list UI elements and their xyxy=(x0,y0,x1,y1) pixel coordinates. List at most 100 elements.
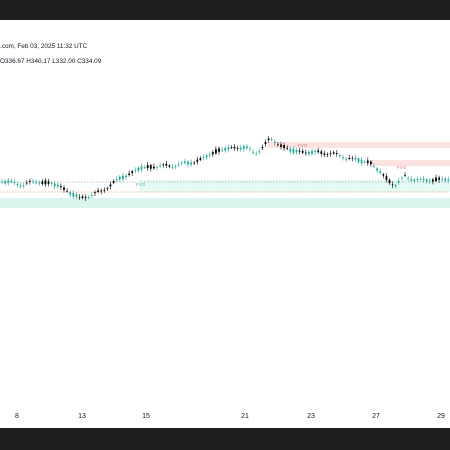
candle-body xyxy=(236,148,239,149)
candle-body xyxy=(91,195,93,196)
fvg-label-bear-2: FVG xyxy=(397,165,407,170)
x-tick-label: 29 xyxy=(437,413,445,420)
candle-body xyxy=(221,149,223,151)
candle-body xyxy=(122,175,124,180)
candle-body xyxy=(184,161,186,164)
candle-body xyxy=(246,146,248,149)
candle-body xyxy=(103,190,106,191)
fvg-label-bull-1: FVG xyxy=(136,182,146,187)
candle-body xyxy=(41,181,44,184)
candle-body xyxy=(432,179,434,182)
candle-body xyxy=(295,150,298,153)
candle-body xyxy=(366,160,369,164)
chart-plot-area[interactable]: FVG FVG FVG xyxy=(0,48,450,410)
candle-body xyxy=(354,157,357,160)
candle-body xyxy=(118,176,121,180)
candle-body xyxy=(205,155,208,158)
candle-body xyxy=(298,150,301,152)
candle-body xyxy=(112,181,115,183)
candle-body xyxy=(153,166,155,169)
time-axis[interactable] xyxy=(0,410,450,428)
candle-body xyxy=(211,152,214,155)
candle-body xyxy=(397,180,400,183)
candle-body xyxy=(447,179,450,181)
candle-body xyxy=(174,166,177,167)
candle-body xyxy=(106,188,109,190)
candle-body xyxy=(283,145,285,149)
candle-body xyxy=(72,192,75,197)
candle-body xyxy=(159,165,161,167)
candle-body xyxy=(382,174,385,176)
candle-body xyxy=(370,161,372,165)
candle-body xyxy=(32,181,34,183)
candle-body xyxy=(149,165,152,169)
candle-body xyxy=(25,182,28,184)
candle-body xyxy=(190,162,192,165)
candle-body xyxy=(180,162,183,164)
candle-body xyxy=(115,179,118,181)
candle-body xyxy=(87,197,90,198)
candle-body xyxy=(258,151,261,153)
candle-body xyxy=(255,153,258,155)
candle-body xyxy=(140,166,143,170)
candle-body xyxy=(171,166,174,168)
candle-body xyxy=(335,153,338,154)
candle-body xyxy=(391,184,394,186)
candle-body xyxy=(143,167,146,168)
candle-body xyxy=(44,180,47,185)
x-tick-label: 23 xyxy=(307,413,315,420)
candle-body xyxy=(261,146,264,149)
candle-body xyxy=(66,190,68,192)
candle-body xyxy=(50,183,53,185)
candle-body xyxy=(16,184,19,185)
candle-body xyxy=(38,182,41,184)
candle-body xyxy=(332,152,335,154)
candle-body xyxy=(242,146,245,149)
chart-window: .com, Feb 03, 2025 11:32 UTC O336.67 H34… xyxy=(0,0,450,450)
candle-body xyxy=(320,151,323,154)
candle-body xyxy=(425,179,428,182)
candle-body xyxy=(360,159,363,164)
candle-body xyxy=(10,180,13,182)
candle-body xyxy=(280,144,282,147)
candle-body xyxy=(196,159,199,162)
candle-body xyxy=(47,181,50,184)
candle-body xyxy=(401,177,403,179)
candle-body xyxy=(342,157,344,159)
candle-body xyxy=(357,158,360,163)
candle-body xyxy=(224,147,227,151)
candle-body xyxy=(407,177,409,179)
candle-body xyxy=(394,185,397,187)
candle-body xyxy=(444,178,447,181)
candle-body xyxy=(215,149,217,154)
candle-body xyxy=(187,161,189,165)
candle-body xyxy=(97,190,99,192)
candle-body xyxy=(292,148,295,154)
candle-body xyxy=(239,147,242,150)
candle-body xyxy=(404,175,406,176)
candle-body xyxy=(438,177,440,180)
candle-body xyxy=(323,153,326,155)
candle-body xyxy=(100,190,103,192)
candle-body xyxy=(348,157,351,159)
candle-body xyxy=(277,144,279,146)
candle-body xyxy=(345,158,347,160)
candle-body xyxy=(329,153,332,155)
candle-body xyxy=(376,168,378,171)
candle-body xyxy=(435,177,437,182)
top-toolbar xyxy=(0,0,450,20)
candle-body xyxy=(128,173,130,175)
price-chart[interactable]: FVG FVG FVG xyxy=(0,48,450,410)
candle-body xyxy=(13,182,16,183)
candle-body xyxy=(137,167,140,171)
candle-body xyxy=(4,181,6,184)
candle-body xyxy=(177,164,180,166)
candle-body xyxy=(156,166,158,168)
candle-body xyxy=(416,179,419,180)
candle-body xyxy=(125,175,127,178)
x-tick-label: 8 xyxy=(15,413,19,420)
candle-body xyxy=(441,178,444,180)
candle-body xyxy=(84,197,87,199)
candle-body xyxy=(1,181,3,183)
candle-body xyxy=(373,166,375,167)
